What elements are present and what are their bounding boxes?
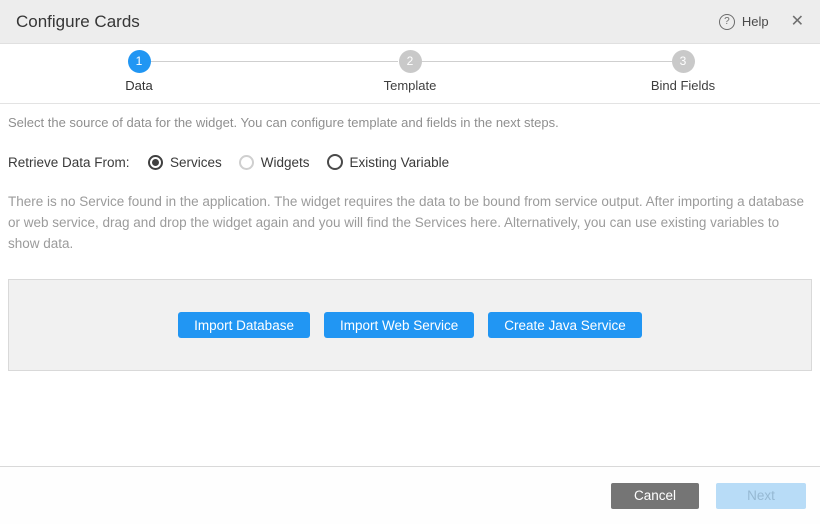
page-title: Configure Cards — [16, 12, 719, 32]
radio-existing-variable[interactable]: Existing Variable — [327, 154, 450, 170]
no-service-message: There is no Service found in the applica… — [8, 191, 812, 254]
radio-widgets-mark[interactable] — [239, 155, 254, 170]
help-label: Help — [742, 14, 769, 29]
service-actions-panel: Import Database Import Web Service Creat… — [8, 279, 812, 371]
configure-cards-dialog: Configure Cards ? Help ✕ 1 Data 2 Templa… — [0, 0, 820, 524]
wizard-stepper: 1 Data 2 Template 3 Bind Fields — [0, 44, 820, 104]
dialog-header: Configure Cards ? Help ✕ — [0, 0, 820, 44]
step-data[interactable]: 1 Data — [69, 44, 209, 93]
create-java-service-button[interactable]: Create Java Service — [488, 312, 642, 338]
close-icon[interactable]: ✕ — [791, 14, 804, 30]
radio-widgets[interactable]: Widgets — [239, 155, 310, 170]
import-web-service-button[interactable]: Import Web Service — [324, 312, 474, 338]
step-template[interactable]: 2 Template — [340, 44, 480, 93]
step-template-label: Template — [340, 78, 480, 93]
help-button[interactable]: ? Help — [719, 14, 769, 30]
radio-services-label: Services — [170, 155, 222, 170]
radio-existing-variable-mark[interactable] — [327, 154, 343, 170]
retrieve-data-label: Retrieve Data From: — [8, 155, 148, 170]
next-button[interactable]: Next — [716, 483, 806, 509]
intro-text: Select the source of data for the widget… — [8, 115, 812, 130]
help-icon: ? — [719, 14, 735, 30]
import-database-button[interactable]: Import Database — [178, 312, 310, 338]
radio-existing-variable-label: Existing Variable — [350, 155, 450, 170]
step-template-circle: 2 — [399, 50, 422, 73]
dialog-footer: Cancel Next — [0, 466, 820, 524]
step-bind-fields-circle: 3 — [672, 50, 695, 73]
step-bind-fields[interactable]: 3 Bind Fields — [613, 44, 753, 93]
step-data-circle: 1 — [128, 50, 151, 73]
step-bind-fields-label: Bind Fields — [613, 78, 753, 93]
step-data-label: Data — [69, 78, 209, 93]
data-source-radio-group: Services Widgets Existing Variable — [148, 154, 466, 170]
radio-services-mark[interactable] — [148, 155, 163, 170]
cancel-button[interactable]: Cancel — [611, 483, 699, 509]
retrieve-data-row: Retrieve Data From: Services Widgets Exi… — [8, 154, 812, 170]
radio-services[interactable]: Services — [148, 155, 222, 170]
radio-widgets-label: Widgets — [261, 155, 310, 170]
